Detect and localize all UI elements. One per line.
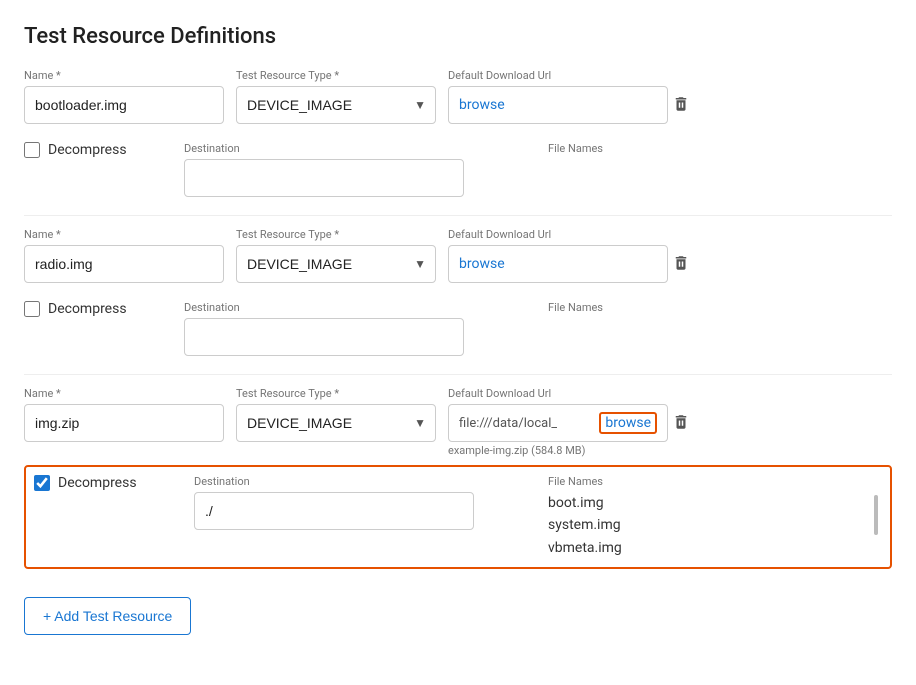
decompress-row-0: Decompress Destination File Names (24, 134, 892, 205)
url-field-wrap-1: browse (448, 245, 668, 283)
resource-fields-1: Name * Test Resource Type * DEVICE_IMAGE… (24, 228, 668, 283)
url-label-2: Default Download Url (448, 387, 668, 400)
type-group-2: Test Resource Type * DEVICE_IMAGEOTA_PAC… (236, 387, 436, 442)
destination-label-1: Destination (184, 301, 528, 314)
decompress-section-1: Decompress (24, 301, 184, 317)
name-label-0: Name * (24, 69, 224, 82)
type-label-1: Test Resource Type * (236, 228, 436, 241)
decompress-checkbox-0[interactable] (24, 142, 40, 158)
browse-link-0[interactable]: browse (459, 97, 505, 113)
destination-section-1: Destination (184, 301, 528, 356)
destination-input-1[interactable] (184, 318, 464, 356)
delete-button-0[interactable] (668, 87, 694, 126)
type-group-1: Test Resource Type * DEVICE_IMAGEOTA_PAC… (236, 228, 436, 283)
page-title: Test Resource Definitions (24, 24, 892, 49)
filename-item: system.img (548, 514, 882, 536)
name-input-0[interactable] (24, 86, 224, 124)
decompress-row-1: Decompress Destination File Names (24, 293, 892, 364)
delete-button-2[interactable] (668, 405, 694, 444)
filename-item: vbmeta.img (548, 537, 882, 559)
url-field-wrap-0: browse (448, 86, 668, 124)
destination-label-2: Destination (194, 475, 528, 488)
resource-section-0: Name * Test Resource Type * DEVICE_IMAGE… (24, 69, 892, 216)
type-label-0: Test Resource Type * (236, 69, 436, 82)
add-test-resource-button[interactable]: + Add Test Resource (24, 597, 191, 635)
type-select-wrap-0: DEVICE_IMAGEOTA_PACKAGETEST_PACKAGE ▼ (236, 86, 436, 124)
url-value-2: file:///data/local_ (459, 416, 557, 431)
decompress-section-0: Decompress (24, 142, 184, 158)
resources-container: Name * Test Resource Type * DEVICE_IMAGE… (24, 69, 892, 569)
filenames-label-2: File Names (548, 475, 882, 488)
resource-section-2: Name * Test Resource Type * DEVICE_IMAGE… (24, 387, 892, 569)
type-select-1[interactable]: DEVICE_IMAGEOTA_PACKAGETEST_PACKAGE (236, 245, 436, 283)
filenames-content-2: boot.imgsystem.imgvbmeta.img (548, 492, 882, 559)
decompress-label-2: Decompress (58, 475, 137, 491)
filenames-section-1: File Names (548, 301, 892, 318)
filenames-label-0: File Names (548, 142, 892, 155)
destination-section-2: Destination (194, 475, 528, 530)
resource-top-row-1: Name * Test Resource Type * DEVICE_IMAGE… (24, 228, 892, 285)
type-select-wrap-2: DEVICE_IMAGEOTA_PACKAGETEST_PACKAGE ▼ (236, 404, 436, 442)
resource-top-row-2: Name * Test Resource Type * DEVICE_IMAGE… (24, 387, 892, 457)
destination-input-0[interactable] (184, 159, 464, 197)
filenames-label-1: File Names (548, 301, 892, 314)
type-select-wrap-1: DEVICE_IMAGEOTA_PACKAGETEST_PACKAGE ▼ (236, 245, 436, 283)
url-group-2: Default Download Url file:///data/local_… (448, 387, 668, 457)
type-select-2[interactable]: DEVICE_IMAGEOTA_PACKAGETEST_PACKAGE (236, 404, 436, 442)
decompress-label-1: Decompress (48, 301, 127, 317)
url-group-0: Default Download Url browse (448, 69, 668, 124)
scrollbar-2[interactable] (874, 495, 878, 535)
decompress-checkbox-1[interactable] (24, 301, 40, 317)
browse-link-1[interactable]: browse (459, 256, 505, 272)
delete-button-1[interactable] (668, 246, 694, 285)
url-hint-2: example-img.zip (584.8 MB) (448, 444, 668, 457)
url-field-wrap-2: file:///data/local_ browse (448, 404, 668, 442)
destination-label-0: Destination (184, 142, 528, 155)
name-input-2[interactable] (24, 404, 224, 442)
name-group-1: Name * (24, 228, 224, 283)
decompress-section-2: Decompress (34, 475, 194, 491)
name-group-2: Name * (24, 387, 224, 442)
url-label-0: Default Download Url (448, 69, 668, 82)
resource-fields-2: Name * Test Resource Type * DEVICE_IMAGE… (24, 387, 668, 457)
decompress-checkbox-2[interactable] (34, 475, 50, 491)
destination-input-2[interactable] (194, 492, 474, 530)
name-label-2: Name * (24, 387, 224, 400)
type-select-0[interactable]: DEVICE_IMAGEOTA_PACKAGETEST_PACKAGE (236, 86, 436, 124)
name-group-0: Name * (24, 69, 224, 124)
decompress-row-2: Decompress Destination File Names boot.i… (24, 465, 892, 569)
resource-section-1: Name * Test Resource Type * DEVICE_IMAGE… (24, 228, 892, 375)
decompress-label-0: Decompress (48, 142, 127, 158)
name-input-1[interactable] (24, 245, 224, 283)
resource-fields-0: Name * Test Resource Type * DEVICE_IMAGE… (24, 69, 668, 124)
name-label-1: Name * (24, 228, 224, 241)
filenames-section-0: File Names (548, 142, 892, 159)
url-group-1: Default Download Url browse (448, 228, 668, 283)
type-group-0: Test Resource Type * DEVICE_IMAGEOTA_PAC… (236, 69, 436, 124)
type-label-2: Test Resource Type * (236, 387, 436, 400)
resource-top-row-0: Name * Test Resource Type * DEVICE_IMAGE… (24, 69, 892, 126)
destination-section-0: Destination (184, 142, 528, 197)
url-label-1: Default Download Url (448, 228, 668, 241)
filenames-section-2: File Names boot.imgsystem.imgvbmeta.img (548, 475, 882, 559)
filename-item: boot.img (548, 492, 882, 514)
browse-link-2[interactable]: browse (599, 412, 657, 434)
